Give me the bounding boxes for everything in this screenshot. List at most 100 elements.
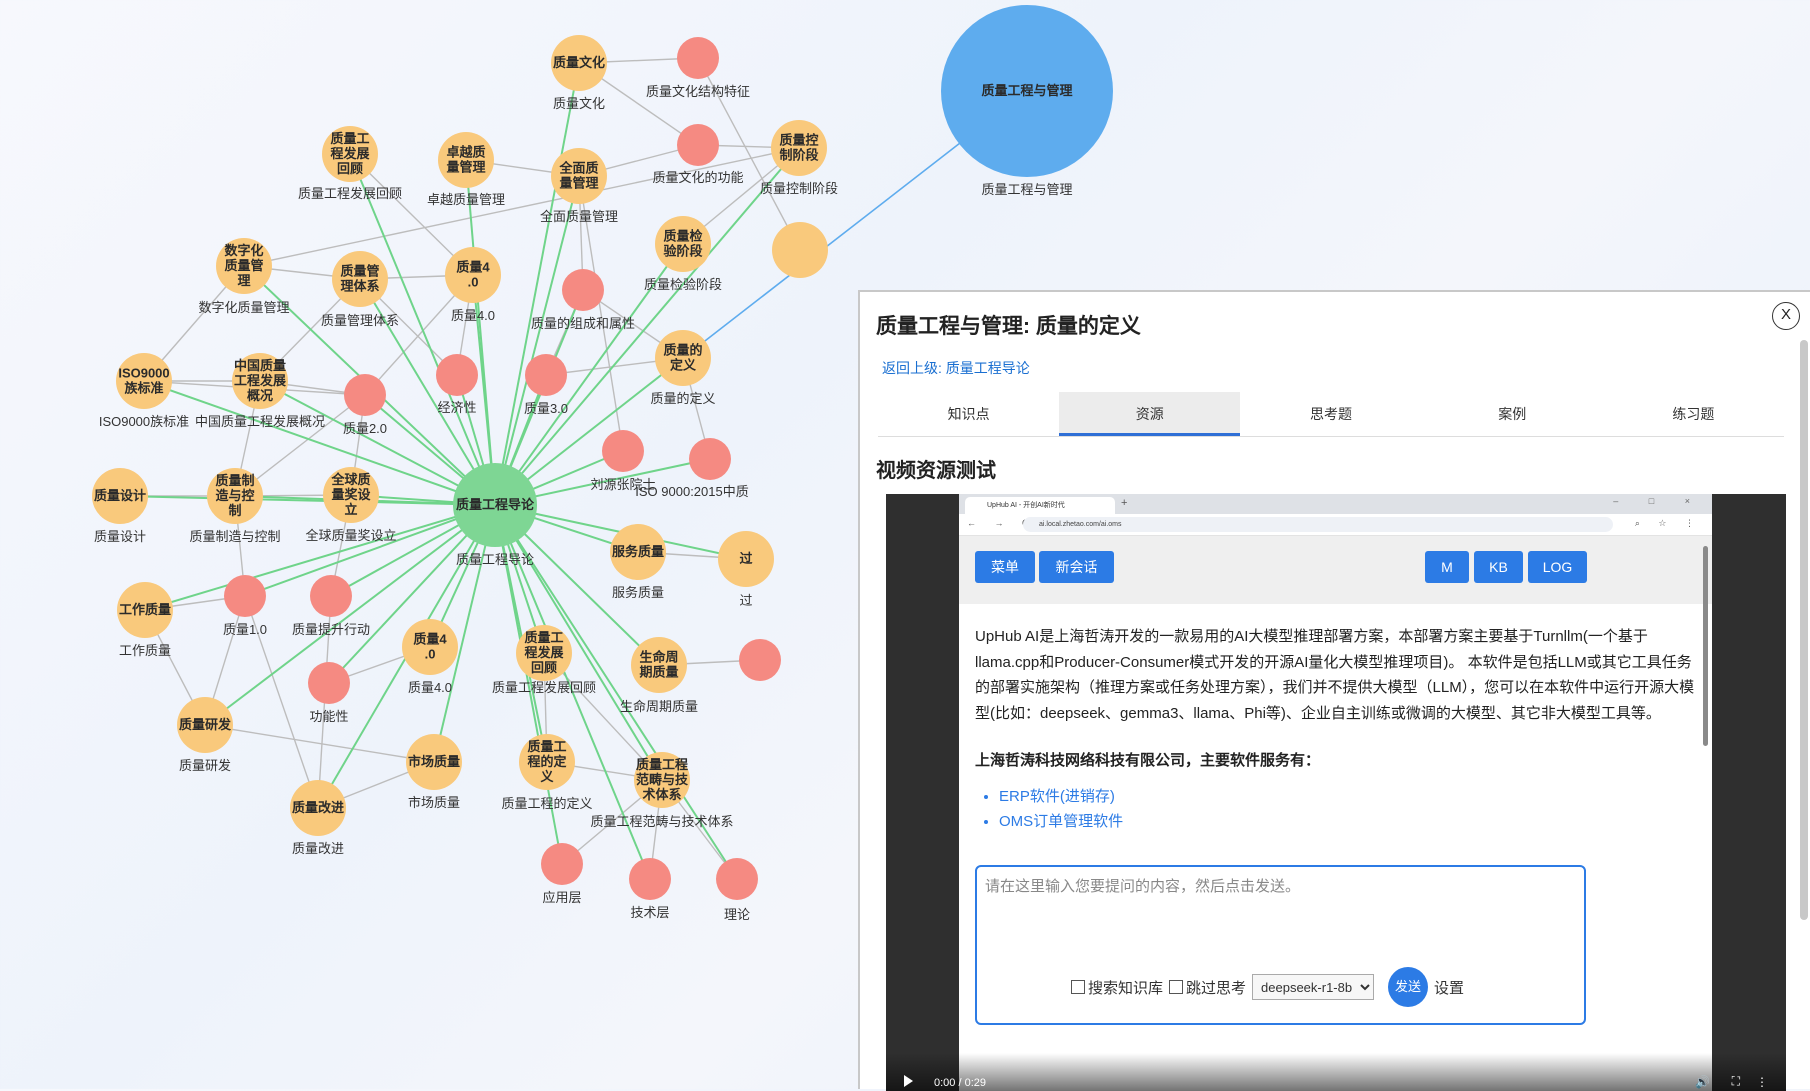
graph-node-n2[interactable]: 质量文化结构特征	[646, 37, 750, 99]
node-circle[interactable]	[602, 430, 644, 472]
graph-node-n32[interactable]: 质量研发质量研发	[177, 697, 233, 773]
node-title: 质量4	[413, 632, 447, 647]
video-controls: 0:00 / 0:29 🔊 ⛶ ⋮	[886, 1053, 1786, 1091]
graph-node-n39[interactable]: 技术层	[629, 858, 671, 920]
node-title: 制阶段	[779, 148, 818, 163]
node-caption: 质量2.0	[343, 421, 387, 436]
graph-node-n23[interactable]: 全球质量奖设立全球质量奖设立	[305, 467, 397, 543]
graph-node-n42[interactable]	[739, 639, 781, 681]
node-title: 期质量	[639, 665, 678, 680]
url-field: ai.local.zhetao.com/ai.oms	[1023, 517, 1613, 532]
node-circle[interactable]	[772, 222, 828, 278]
tab-knowledge[interactable]: 知识点	[878, 392, 1059, 436]
node-caption: 质量检验阶段	[644, 277, 722, 292]
node-title: 工程发展	[234, 373, 287, 388]
graph-node-n40[interactable]: 理论	[716, 858, 758, 922]
node-circle[interactable]	[525, 354, 567, 396]
node-title: 质量管	[340, 264, 379, 279]
graph-node-n7[interactable]: 全面质量管理全面质量管理	[540, 148, 618, 224]
graph-node-n20[interactable]: ISO 9000:2015中质	[635, 438, 749, 499]
graph-node-n17[interactable]: 质量3.0	[524, 354, 568, 416]
graph-node-n41[interactable]	[772, 222, 828, 278]
graph-node-n16[interactable]: 经济性	[436, 354, 478, 415]
graph-node-n35[interactable]: 质量工程的定义质量工程的定义	[501, 734, 593, 811]
node-caption: 功能性	[309, 709, 348, 724]
new-tab-icon: +	[1121, 497, 1128, 509]
graph-node-n28[interactable]: 质量提升行动	[292, 575, 370, 637]
graph-node-n31[interactable]: 生命周期质量生命周期质量	[620, 637, 698, 714]
graph-node-n27[interactable]: 质量1.0	[223, 575, 267, 637]
node-caption: 理论	[724, 907, 750, 922]
graph-node-n24[interactable]: 服务质量服务质量	[610, 524, 666, 600]
model-select: deepseek-r1-8b	[1252, 974, 1375, 1000]
graph-node-n33[interactable]: 功能性	[308, 662, 350, 724]
graph-node-n34[interactable]: 市场质量市场质量	[406, 734, 462, 810]
play-icon[interactable]	[904, 1075, 913, 1087]
node-circle[interactable]	[344, 374, 386, 416]
graph-node-n13[interactable]: ISO9000族标准 ISO9000族标准	[99, 353, 189, 429]
graph-node-n1[interactable]: 质量文化质量文化	[551, 35, 607, 111]
node-circle[interactable]	[224, 575, 266, 617]
graph-node-root[interactable]: 质量工程与管理质量工程与管理	[941, 5, 1113, 197]
back-link[interactable]: 返回上级: 质量工程导论	[882, 358, 1030, 378]
node-circle[interactable]	[310, 575, 352, 617]
window-controls: – □ ×	[1613, 496, 1704, 506]
node-title: 回顾	[531, 660, 557, 675]
skip-think-checkbox: 跳过思考	[1169, 977, 1246, 998]
node-title: 制	[228, 503, 241, 518]
node-circle[interactable]	[629, 858, 671, 900]
close-button[interactable]: X	[1772, 302, 1800, 330]
node-circle[interactable]	[716, 858, 758, 900]
node-caption: 质量4.0	[451, 308, 495, 323]
node-title: 市场质量	[408, 754, 460, 769]
node-caption: 质量工程与管理	[981, 182, 1072, 197]
node-caption: 质量改进	[292, 841, 344, 856]
node-circle[interactable]	[562, 269, 604, 311]
node-title: 验阶段	[663, 244, 702, 259]
node-caption: 质量文化结构特征	[646, 84, 750, 99]
graph-node-n4[interactable]: 质量控制阶段质量控制阶段	[760, 120, 838, 196]
m-button: M	[1425, 551, 1469, 583]
graph-node-n22[interactable]: 质量制造与控制质量制造与控制	[189, 468, 281, 544]
node-circle[interactable]	[308, 662, 350, 704]
graph-node-n9[interactable]: 数字化质量管理数字化质量管理	[198, 238, 290, 315]
graph-node-n6[interactable]: 卓越质量管理卓越质量管理	[427, 132, 505, 207]
node-title: 质量制	[215, 473, 254, 488]
fullscreen-icon[interactable]: ⛶	[1732, 1074, 1740, 1089]
node-caption: 工作质量	[119, 643, 171, 658]
graph-node-n37[interactable]: 质量改进质量改进	[290, 780, 346, 856]
node-title: 生命周	[639, 650, 678, 665]
node-circle[interactable]	[739, 639, 781, 681]
graph-node-n18[interactable]: 质量的定义质量的定义	[650, 330, 716, 406]
tab-cases[interactable]: 案例	[1422, 392, 1603, 436]
company-text: 上海哲涛科技网络科技有限公司，主要软件服务有：	[975, 752, 1321, 769]
node-circle[interactable]	[436, 354, 478, 396]
node-circle[interactable]	[541, 843, 583, 885]
graph-node-n15[interactable]: 质量2.0	[343, 374, 387, 436]
node-title: 质量工程	[636, 757, 688, 772]
node-circle[interactable]	[677, 124, 719, 166]
node-circle[interactable]	[677, 37, 719, 79]
node-circle[interactable]	[689, 438, 731, 480]
graph-node-n29[interactable]: 质量4.0 质量4.0	[402, 619, 458, 695]
graph-node-n5[interactable]: 质量工程发展回顾质量工程发展回顾	[298, 126, 402, 201]
graph-node-n8[interactable]: 质量检验阶段质量检验阶段	[644, 216, 722, 292]
volume-icon[interactable]: 🔊	[1695, 1075, 1710, 1089]
graph-node-n11[interactable]: 质量4.0 质量4.0	[445, 247, 501, 323]
graph-node-n3[interactable]: 质量文化的功能	[652, 124, 744, 185]
graph-node-n25[interactable]: 过过	[718, 531, 774, 608]
app-toolbar: 菜单 新会话 M KB LOG	[959, 536, 1712, 604]
graph-node-n26[interactable]: 工作质量工作质量	[117, 582, 173, 658]
graph-node-n21[interactable]: 质量设计质量设计	[92, 468, 148, 544]
graph-node-n38[interactable]: 应用层	[541, 843, 583, 905]
panel-scrollbar[interactable]	[1800, 340, 1808, 920]
more-icon[interactable]: ⋮	[1756, 1075, 1768, 1089]
graph-node-n36[interactable]: 质量工程范畴与技术体系质量工程范畴与技术体系	[590, 752, 734, 829]
video-player[interactable]: UpHub AI - 开创AI新时代 + – □ × ← → C ai.loca…	[886, 494, 1786, 1091]
node-caption: 应用层	[542, 890, 581, 905]
tab-exercises[interactable]: 练习题	[1603, 392, 1784, 436]
graph-node-n10[interactable]: 质量管理体系质量管理体系	[321, 251, 399, 328]
tab-questions[interactable]: 思考题	[1240, 392, 1421, 436]
tab-resources[interactable]: 资源	[1059, 392, 1241, 436]
graph-node-center[interactable]: 质量工程导论质量工程导论	[453, 463, 537, 567]
